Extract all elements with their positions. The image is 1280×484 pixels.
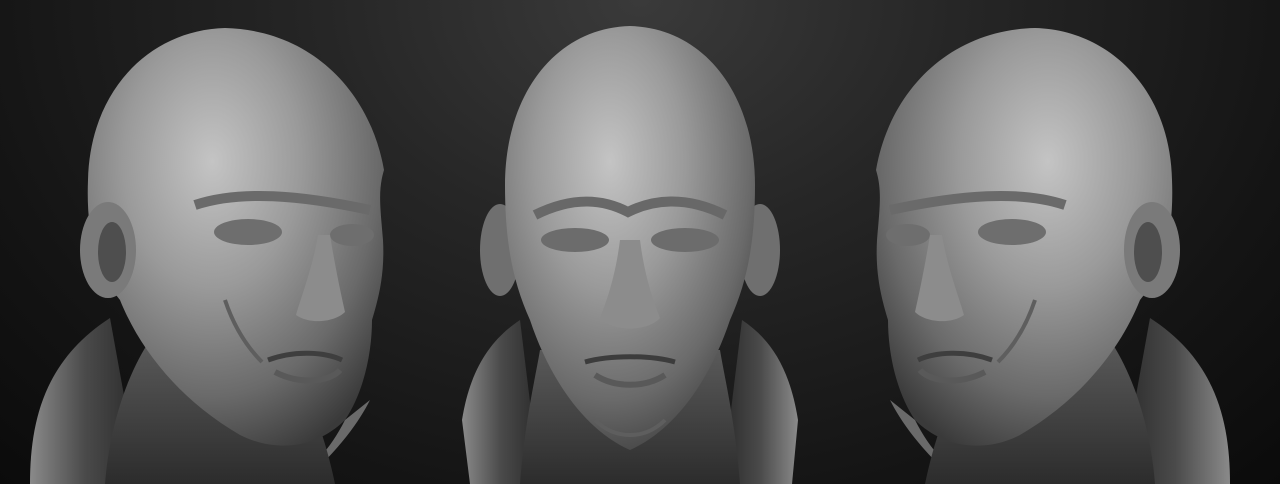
bust-renders xyxy=(30,26,1230,484)
ear-inner xyxy=(1134,222,1162,282)
three-quarter-right-view xyxy=(30,28,384,484)
eye-left xyxy=(886,224,930,246)
three-quarter-left-view xyxy=(876,28,1230,484)
eye-right xyxy=(330,224,374,246)
ear-inner xyxy=(98,222,126,282)
sculpt-render-viewport xyxy=(0,0,1280,484)
eye-right xyxy=(978,219,1046,245)
eye-right xyxy=(651,228,719,252)
eye-left xyxy=(214,219,282,245)
front-view xyxy=(462,26,798,484)
eye-left xyxy=(541,228,609,252)
